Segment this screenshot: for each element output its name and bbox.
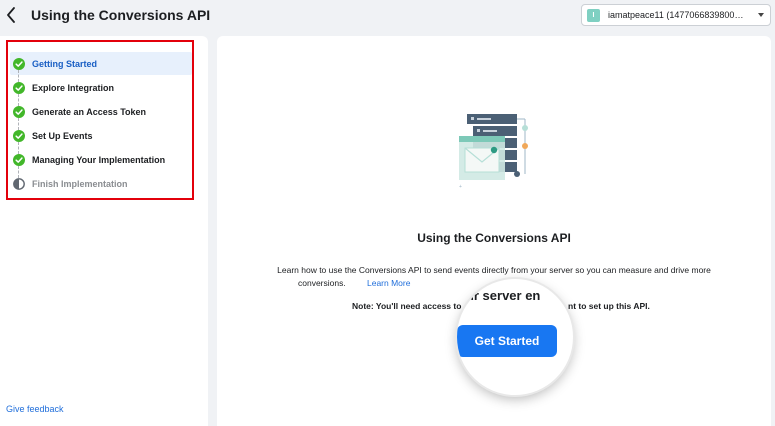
main-panel: + Using the Conversions API Learn how to…: [217, 36, 771, 426]
main-heading: Using the Conversions API: [417, 231, 571, 245]
caret-down-icon: [758, 13, 764, 17]
note-text-end: nt to set up this API.: [568, 301, 650, 311]
magnified-note-text: our server en: [458, 288, 541, 303]
chevron-left-icon: [7, 7, 15, 23]
description-text: Learn how to use the Conversions API to …: [277, 265, 711, 275]
description-text-cont: conversions.: [298, 278, 346, 288]
check-circle-icon: [13, 81, 25, 94]
step-label: Explore Integration: [32, 82, 115, 93]
step-managing-implementation[interactable]: Managing Your Implementation: [10, 148, 192, 171]
top-bar: Using the Conversions API I iamatpeace11…: [0, 0, 775, 32]
check-circle-icon: [13, 105, 25, 118]
note-text: Note: You'll need access to: [352, 301, 462, 311]
step-explore-integration[interactable]: Explore Integration: [10, 76, 192, 99]
step-getting-started[interactable]: Getting Started: [10, 52, 192, 75]
check-circle-icon: [13, 129, 25, 142]
setup-steps-list: Getting Started Explore Integration Gene…: [6, 40, 194, 200]
page-title: Using the Conversions API: [31, 7, 211, 23]
learn-more-link[interactable]: Learn More: [367, 278, 410, 288]
step-generate-access-token[interactable]: Generate an Access Token: [10, 100, 192, 123]
step-label: Finish Implementation: [32, 178, 128, 189]
step-set-up-events[interactable]: Set Up Events: [10, 124, 192, 147]
step-finish-implementation[interactable]: Finish Implementation: [10, 172, 192, 195]
back-button[interactable]: [2, 5, 20, 25]
zoom-callout: our server en Get Started: [457, 279, 573, 395]
give-feedback-link[interactable]: Give feedback: [6, 404, 64, 414]
account-badge-icon: I: [587, 8, 600, 22]
step-label: Set Up Events: [32, 130, 93, 141]
step-label: Managing Your Implementation: [32, 154, 166, 165]
step-label: Generate an Access Token: [32, 106, 147, 117]
account-name: iamatpeace11 (1477066839800…: [608, 10, 744, 20]
check-circle-icon: [13, 153, 25, 166]
step-label: Getting Started: [32, 58, 98, 69]
check-circle-icon: [13, 57, 25, 70]
half-circle-icon: [13, 177, 25, 190]
get-started-button[interactable]: Get Started: [457, 325, 557, 357]
svg-text:+: +: [459, 184, 462, 190]
server-email-illustration: +: [459, 114, 528, 190]
account-selector[interactable]: I iamatpeace11 (1477066839800…: [581, 4, 771, 26]
